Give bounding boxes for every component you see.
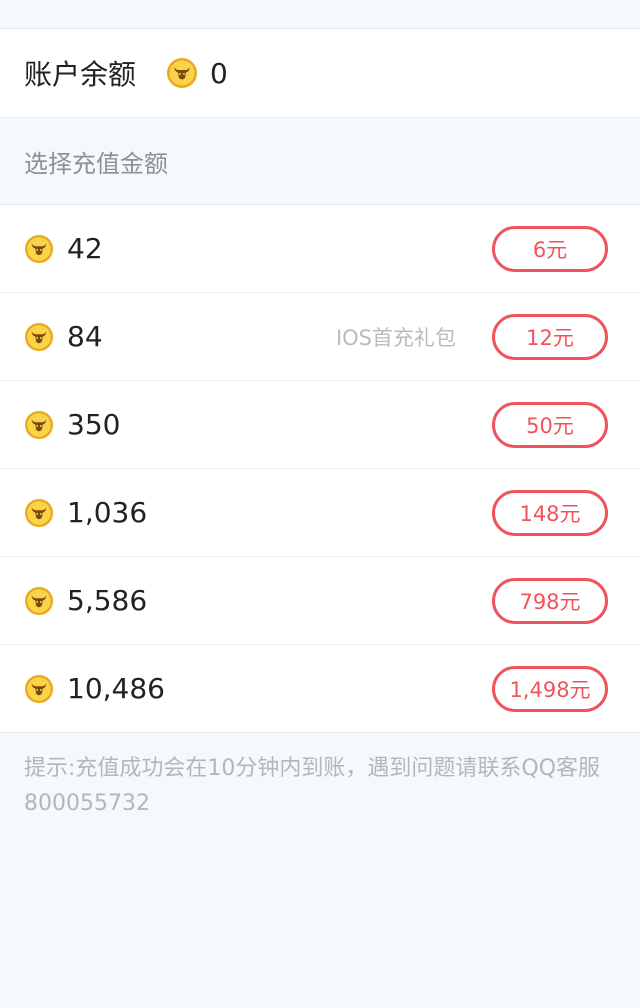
recharge-package-row[interactable]: 10,486 1,498元 xyxy=(0,645,640,733)
price-button[interactable]: 12元 xyxy=(492,313,608,360)
bull-coin-icon xyxy=(24,410,54,439)
package-coin-amount: 42 xyxy=(67,232,103,265)
price-button[interactable]: 148元 xyxy=(492,489,608,536)
top-strip xyxy=(0,0,640,29)
section-title: 选择充值金额 xyxy=(0,118,640,205)
balance-label: 账户余额 xyxy=(24,58,137,91)
bull-coin-icon xyxy=(24,586,54,615)
package-coin-amount: 5,586 xyxy=(67,584,148,617)
bull-coin-icon xyxy=(24,234,54,263)
recharge-package-row[interactable]: 42 6元 xyxy=(0,205,640,293)
bull-coin-icon xyxy=(24,498,54,527)
bull-coin-icon xyxy=(167,58,198,88)
bull-coin-icon xyxy=(24,674,54,703)
package-tag: IOS首充礼包 xyxy=(335,325,456,350)
recharge-tip-text: 提示:充值成功会在10分钟内到账，遇到问题请联系QQ客服800055732 xyxy=(24,756,601,816)
recharge-package-row[interactable]: 84 IOS首充礼包 12元 xyxy=(0,293,640,381)
recharge-package-row[interactable]: 5,586 798元 xyxy=(0,557,640,645)
package-coin-amount: 10,486 xyxy=(67,672,165,705)
price-button[interactable]: 50元 xyxy=(492,401,608,448)
recharge-package-row[interactable]: 1,036 148元 xyxy=(0,469,640,557)
bull-coin-icon xyxy=(24,322,54,351)
recharge-package-list: 42 6元 84 IOS首充礼包 12元 350 50元 1,036 148元 … xyxy=(0,205,640,733)
package-coin-amount: 350 xyxy=(67,408,121,441)
price-button[interactable]: 798元 xyxy=(492,577,608,624)
balance-value: 0 xyxy=(210,56,228,90)
package-coin-amount: 84 xyxy=(67,320,103,353)
package-coin-amount: 1,036 xyxy=(67,496,148,529)
price-button[interactable]: 1,498元 xyxy=(492,665,608,712)
price-button[interactable]: 6元 xyxy=(492,225,608,272)
recharge-package-row[interactable]: 350 50元 xyxy=(0,381,640,469)
account-balance-row: 账户余额 0 xyxy=(0,29,640,118)
